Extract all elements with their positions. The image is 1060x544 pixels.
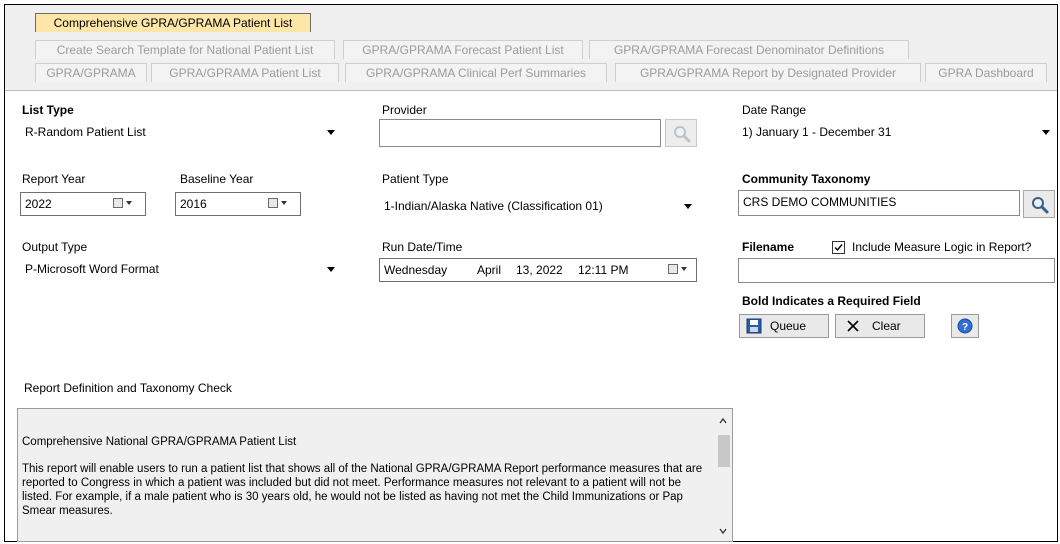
chevron-down-icon	[684, 204, 692, 209]
clear-button[interactable]: Clear	[835, 314, 925, 338]
date-range-label: Date Range	[742, 103, 807, 117]
patient-type-value: 1-Indian/Alaska Native (Classification 0…	[384, 199, 603, 213]
report-definition-label: Report Definition and Taxonomy Check	[24, 381, 232, 395]
report-definition-body: This report will enable users to run a p…	[22, 463, 703, 517]
save-disk-icon	[746, 318, 762, 334]
output-type-label: Output Type	[22, 240, 88, 254]
vertical-scrollbar[interactable]	[714, 409, 732, 541]
queue-label: Queue	[770, 319, 807, 333]
tab-strip: Comprehensive GPRA/GPRAMA Patient List C…	[5, 5, 1057, 91]
chevron-down-icon	[1042, 130, 1050, 135]
community-taxonomy-input[interactable]: CRS DEMO COMMUNITIES	[738, 190, 1020, 216]
provider-label: Provider	[382, 103, 427, 117]
chevron-down-icon	[327, 130, 335, 135]
window: Comprehensive GPRA/GPRAMA Patient List C…	[4, 4, 1058, 542]
run-day: Wednesday	[384, 263, 448, 277]
filename-label: Filename	[742, 240, 795, 254]
search-icon	[674, 126, 691, 143]
report-year-label: Report Year	[22, 172, 86, 186]
date-range-value: 1) January 1 - December 31	[742, 125, 892, 139]
filename-input[interactable]	[738, 258, 1055, 283]
baseline-year-label: Baseline Year	[180, 172, 254, 186]
close-icon	[847, 320, 859, 332]
run-datetime-label: Run Date/Time	[382, 240, 463, 254]
tab-forecast-patient-list[interactable]: GPRA/GPRAMA Forecast Patient List	[343, 40, 583, 59]
run-month: April	[477, 263, 502, 277]
queue-button[interactable]: Queue	[739, 314, 829, 338]
provider-input[interactable]	[379, 119, 661, 147]
help-button[interactable]: ?	[951, 314, 979, 338]
chevron-down-icon	[327, 267, 335, 272]
baseline-year-picker[interactable]: 2016	[175, 192, 301, 216]
output-type-select[interactable]: P-Microsoft Word Format	[21, 258, 341, 280]
scroll-down-icon[interactable]	[719, 527, 727, 535]
run-datetime-picker[interactable]: Wednesday April 13, 2022 12:11 PM	[379, 258, 697, 282]
required-field-note: Bold Indicates a Required Field	[742, 294, 921, 308]
tab-gpra-dashboard[interactable]: GPRA Dashboard	[925, 63, 1047, 82]
calendar-icon[interactable]	[113, 196, 135, 210]
tab-comprehensive-patient-list[interactable]: Comprehensive GPRA/GPRAMA Patient List	[35, 13, 311, 32]
scroll-thumb[interactable]	[718, 435, 730, 467]
report-definition-textarea[interactable]: Comprehensive National GPRA/GPRAMA Patie…	[17, 408, 733, 542]
tab-create-search-template[interactable]: Create Search Template for National Pati…	[35, 40, 335, 59]
report-year-picker[interactable]: 2022	[20, 192, 146, 216]
include-logic-label[interactable]: Include Measure Logic in Report?	[852, 240, 1031, 254]
help-icon: ?	[957, 318, 973, 334]
tab-report-by-designated-provider[interactable]: GPRA/GPRAMA Report by Designated Provide…	[615, 63, 921, 82]
community-search-button[interactable]	[1023, 190, 1055, 218]
patient-type-label: Patient Type	[382, 172, 449, 186]
list-type-label: List Type	[22, 103, 74, 117]
checkmark-icon	[834, 244, 843, 252]
output-type-value: P-Microsoft Word Format	[25, 262, 159, 276]
provider-search-button[interactable]	[665, 119, 697, 147]
list-type-value: R-Random Patient List	[25, 125, 146, 139]
report-year-value: 2022	[25, 197, 52, 211]
run-date: 13, 2022	[516, 263, 563, 277]
patient-type-select[interactable]: 1-Indian/Alaska Native (Classification 0…	[380, 195, 698, 217]
search-icon	[1032, 197, 1049, 214]
calendar-icon[interactable]	[268, 196, 290, 210]
tab-gpra-gprama[interactable]: GPRA/GPRAMA	[35, 63, 147, 82]
svg-text:?: ?	[962, 322, 968, 333]
calendar-icon[interactable]	[668, 262, 690, 276]
tab-forecast-denominator-definitions[interactable]: GPRA/GPRAMA Forecast Denominator Definit…	[589, 40, 909, 59]
date-range-select[interactable]: 1) January 1 - December 31	[738, 121, 1056, 143]
tab-divider	[5, 90, 1057, 91]
baseline-year-value: 2016	[180, 197, 207, 211]
list-type-select[interactable]: R-Random Patient List	[21, 121, 341, 143]
clear-label: Clear	[872, 319, 901, 333]
community-taxonomy-label: Community Taxonomy	[742, 172, 871, 186]
tab-clinical-perf-summaries[interactable]: GPRA/GPRAMA Clinical Perf Summaries	[345, 63, 607, 82]
scroll-up-icon[interactable]	[719, 417, 727, 425]
include-logic-checkbox[interactable]	[832, 241, 845, 254]
report-definition-title: Comprehensive National GPRA/GPRAMA Patie…	[22, 436, 297, 448]
tab-gpra-patient-list[interactable]: GPRA/GPRAMA Patient List	[151, 63, 339, 82]
run-time: 12:11 PM	[578, 263, 629, 277]
